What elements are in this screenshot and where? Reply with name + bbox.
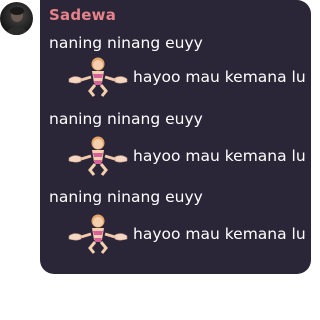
dance-caption-3: hayoo mau kemana lu bbox=[133, 225, 306, 243]
dancing-figure-emoji bbox=[68, 136, 128, 176]
dance-row-2: hayoo mau kemana lu bbox=[67, 136, 306, 176]
dance-row-1: hayoo mau kemana lu bbox=[67, 57, 306, 97]
dance-caption-1: hayoo mau kemana lu bbox=[133, 68, 306, 86]
dancing-figure-emoji bbox=[68, 57, 128, 97]
dance-row-3: hayoo mau kemana lu bbox=[67, 214, 306, 254]
dance-caption-2: hayoo mau kemana lu bbox=[133, 147, 306, 165]
message-line-2: naning ninang euyy bbox=[49, 110, 203, 128]
profile-avatar-icon[interactable] bbox=[0, 2, 33, 35]
dancing-figure-emoji bbox=[68, 214, 128, 254]
message-line-3: naning ninang euyy bbox=[49, 188, 203, 206]
message-line-1: naning ninang euyy bbox=[49, 34, 203, 52]
sender-name[interactable]: Sadewa bbox=[49, 6, 116, 24]
chat-message: Sadewa naning ninang euyy hayoo mau kema… bbox=[0, 0, 311, 320]
